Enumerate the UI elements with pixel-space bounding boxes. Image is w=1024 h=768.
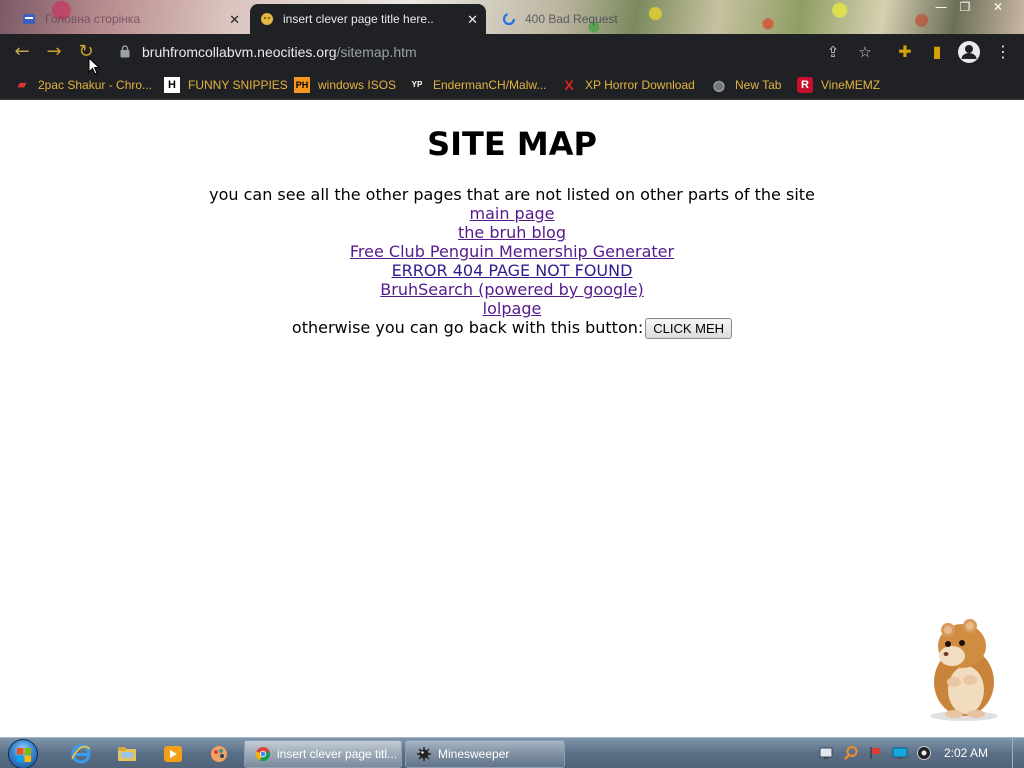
tab-sitemap[interactable]: insert clever page title here.. ✕ [250, 4, 486, 34]
start-button[interactable] [8, 739, 38, 768]
bookmark-windows-isos[interactable]: PH windows ISOS [294, 76, 396, 94]
mine-icon [417, 747, 431, 761]
bookmarks-bar: ▰ 2pac Shakur - Chro... H FUNNY SNIPPIES… [0, 70, 1024, 100]
bookmark-label: XP Horror Download [585, 78, 695, 92]
task-label: Minesweeper [438, 747, 510, 761]
kebab-menu-icon[interactable]: ⋮ [992, 41, 1014, 63]
bookmark-label: EndermanCH/Malw... [433, 78, 547, 92]
person-icon [961, 45, 977, 59]
tab-bad-request[interactable]: 400 Bad Request [492, 4, 702, 34]
link-bruh-blog[interactable]: the bruh blog [458, 223, 566, 242]
maximize-button[interactable]: ❐ [952, 0, 978, 18]
link-bruhsearch[interactable]: BruhSearch (powered by google) [380, 280, 643, 299]
bookmark-2pac[interactable]: ▰ 2pac Shakur - Chro... [14, 76, 152, 94]
display-icon[interactable] [892, 745, 908, 761]
clock: 2:02 AM [944, 746, 989, 760]
minimize-button[interactable]: — [928, 0, 954, 18]
ph-icon: PH [294, 77, 310, 93]
bookmark-label: FUNNY SNIPPIES [188, 78, 288, 92]
bookmark-vinememz[interactable]: R VineMEMZ [797, 76, 880, 94]
h-icon: H [164, 77, 180, 93]
back-text: otherwise you can go back with this butt… [291, 318, 644, 337]
taskbar-chrome[interactable]: insert clever page titl... [244, 740, 402, 768]
url-host: bruhfromcollabvm.neocities.org [142, 44, 337, 60]
file-explorer-icon[interactable] [116, 743, 138, 765]
page-title: SITE MAP [427, 125, 597, 163]
tab-home[interactable]: Головна сторінка ✕ [12, 4, 248, 34]
browser-toolbar: ← → ↻ bruhfromcollabvm.neocities.org/sit… [0, 34, 1024, 70]
tab-label: Головна сторінка [45, 12, 141, 26]
link-error-404[interactable]: ERROR 404 PAGE NOT FOUND [392, 261, 633, 280]
site-icon [23, 14, 35, 24]
tab-label: 400 Bad Request [525, 12, 618, 26]
taskbar-minesweeper[interactable]: Minesweeper [405, 740, 565, 768]
address-bar[interactable]: bruhfromcollabvm.neocities.org/sitemap.h… [104, 37, 890, 67]
globe-icon: ◍ [712, 77, 726, 93]
mouse-cursor-icon [88, 57, 100, 75]
close-icon[interactable]: ✕ [229, 12, 240, 28]
bookmark-funny-snippies[interactable]: H FUNNY SNIPPIES [164, 76, 288, 94]
intro-text: you can see all the other pages that are… [209, 185, 815, 204]
chrome-icon [255, 747, 270, 761]
link-club-penguin[interactable]: Free Club Penguin Memership Generater [350, 242, 674, 261]
neocities-icon [261, 13, 273, 25]
back-button[interactable]: ← [10, 40, 34, 64]
url-path: /sitemap.htm [336, 44, 417, 60]
arrow-left-icon: ← [14, 41, 30, 62]
r-icon: R [797, 77, 813, 93]
lock-icon [120, 45, 130, 58]
bookmark-new-tab[interactable]: ◍ New Tab [711, 76, 782, 94]
arrow-right-icon: → [46, 41, 62, 62]
flag-icon[interactable] [868, 745, 884, 761]
loading-icon [502, 12, 516, 26]
bookmark-endermanch[interactable]: YP EndermanCH/Malw... [409, 76, 546, 94]
paint-icon[interactable] [208, 743, 230, 765]
show-desktop-button[interactable] [1012, 738, 1024, 768]
x-icon: X [564, 77, 574, 93]
profile-avatar-icon[interactable] [958, 41, 980, 63]
bookmark-label: VineMEMZ [821, 78, 881, 92]
volume-icon[interactable] [916, 745, 932, 761]
windows-logo-icon [17, 748, 31, 762]
bookmark-label: 2pac Shakur - Chro... [38, 78, 153, 92]
yp-icon: YP [409, 77, 425, 93]
url-text: bruhfromcollabvm.neocities.org/sitemap.h… [142, 44, 417, 60]
bookmark-label: windows ISOS [318, 78, 397, 92]
link-lolpage[interactable]: lolpage [483, 299, 542, 318]
tab-strip: Головна сторінка ✕ insert clever page ti… [0, 0, 1024, 34]
close-window-button[interactable]: ✕ [980, 0, 1016, 18]
media-player-icon[interactable] [162, 743, 184, 765]
tab-label: insert clever page title here.. [283, 12, 434, 26]
flag-icon: ▰ [17, 79, 27, 91]
task-label: insert clever page titl... [277, 747, 398, 761]
close-icon[interactable]: ✕ [467, 12, 478, 28]
search-icon[interactable] [843, 745, 859, 761]
sitemap-list: you can see all the other pages that are… [0, 185, 1024, 339]
click-meh-button[interactable]: CLICK MEH [645, 318, 733, 339]
bookmark-label: New Tab [735, 78, 782, 92]
extensions-puzzle-icon[interactable]: ✚ [894, 41, 916, 63]
link-main-page[interactable]: main page [469, 204, 554, 223]
bookmark-xp-horror[interactable]: X XP Horror Download [561, 76, 695, 94]
network-icon[interactable] [818, 745, 834, 761]
side-panel-icon[interactable]: ▮ [926, 41, 948, 63]
share-icon[interactable]: ⇪ [822, 41, 844, 63]
bookmark-star-icon[interactable]: ☆ [854, 41, 876, 63]
taskbar: insert clever page titl... Minesweeper 2… [0, 737, 1024, 768]
forward-button[interactable]: → [42, 40, 66, 64]
page-content: SITE MAP you can see all the other pages… [0, 101, 1024, 737]
internet-explorer-icon[interactable] [70, 743, 92, 765]
hamster-image [930, 619, 998, 721]
